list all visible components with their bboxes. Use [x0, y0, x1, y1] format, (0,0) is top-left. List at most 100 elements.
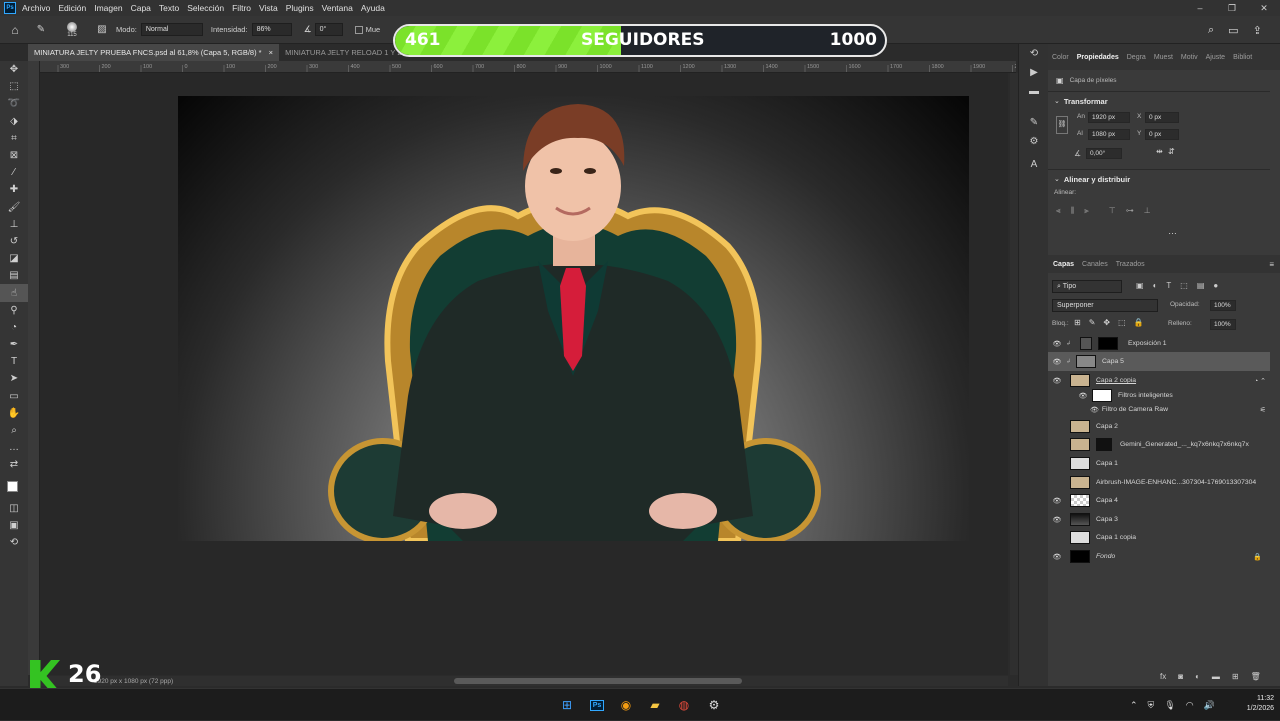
smudge-tool-preset-icon[interactable]: ✎ — [30, 24, 52, 35]
layer-row[interactable]: 👁 ↲ Exposición 1 — [1048, 334, 1270, 353]
more-options-icon[interactable]: … — [1168, 226, 1177, 236]
layer-row[interactable]: 👁 Fondo 🔒 — [1048, 547, 1270, 566]
frame-tool-icon[interactable]: ⊠ — [0, 147, 28, 164]
align-bottom-icon[interactable]: ⊥ — [1144, 206, 1151, 216]
link-dimensions-icon[interactable]: ⛓ — [1056, 116, 1068, 134]
filter-options-icon[interactable]: ⚟ — [1260, 406, 1266, 414]
color-swatches[interactable] — [0, 474, 28, 500]
align-top-icon[interactable]: ⊤ — [1109, 206, 1116, 216]
burn-tool-icon[interactable]: ◔ — [0, 319, 28, 336]
path-select-tool-icon[interactable]: ➤ — [0, 370, 28, 387]
lock-artboard-icon[interactable]: ⬚ — [1118, 318, 1126, 327]
clone-stamp-tool-icon[interactable]: ⊥ — [0, 216, 28, 233]
history-icon[interactable]: ⟲ — [1019, 44, 1049, 63]
layer-row[interactable]: 👁 Capa 3 — [1048, 510, 1270, 529]
file-explorer-icon[interactable]: ▰ — [643, 689, 667, 721]
layer-row-selected[interactable]: 👁 ↲ Capa 5 — [1048, 352, 1270, 371]
layer-row[interactable]: Capa 1 copia — [1048, 528, 1270, 547]
layer-row[interactable]: Capa 2 — [1048, 417, 1270, 436]
scroll-thumb[interactable] — [454, 678, 742, 684]
lasso-tool-icon[interactable]: ➰ — [0, 95, 28, 112]
eraser-tool-icon[interactable]: ◪ — [0, 250, 28, 267]
intensity-field[interactable]: 86% — [251, 23, 292, 36]
layer-row[interactable]: 👁 Capa 4 — [1048, 491, 1270, 510]
visibility-eye-icon[interactable]: 👁 — [1048, 497, 1066, 505]
chrome-icon[interactable]: ◍ — [672, 689, 696, 721]
tab-layers[interactable]: Capas — [1048, 261, 1078, 268]
delete-layer-icon[interactable]: 🗑 — [1251, 672, 1261, 681]
tab-adjustments[interactable]: Ajuste — [1202, 54, 1229, 61]
home-icon[interactable]: ⌂ — [0, 23, 30, 37]
collapse-transform-icon[interactable]: ⌄ — [1054, 97, 1060, 106]
width-field[interactable]: 1920 px — [1088, 112, 1130, 123]
layer-row[interactable]: Capa 1 — [1048, 454, 1270, 473]
hand-tool-icon[interactable]: ✋ — [0, 405, 28, 422]
microphone-icon[interactable]: 🎙 — [1164, 700, 1175, 711]
object-select-tool-icon[interactable]: ⬗ — [0, 113, 28, 130]
eyedropper-tool-icon[interactable]: ⁄ — [0, 164, 28, 181]
align-middle-icon[interactable]: ⊶ — [1126, 206, 1134, 216]
photoshop-app-icon[interactable]: Ps — [4, 2, 16, 14]
clock[interactable]: 11:32 1/2/2026 — [1232, 694, 1274, 714]
filter-toggle-icon[interactable]: ● — [1213, 281, 1218, 290]
brush-settings-icon[interactable]: ▨ — [92, 24, 112, 35]
gradient-tool-icon[interactable]: ▤ — [0, 267, 28, 284]
adjustment-layer-icon[interactable]: ◐ — [1195, 672, 1200, 681]
move-tool-icon[interactable]: ✥ — [0, 61, 28, 78]
search-icon[interactable]: ⌕ — [1208, 24, 1214, 37]
menu-plugins[interactable]: Plugins — [286, 3, 314, 13]
blender-icon[interactable]: ◉ — [614, 689, 638, 721]
x-field[interactable]: 0 px — [1145, 112, 1179, 123]
pen-tool-icon[interactable]: ✒ — [0, 336, 28, 353]
restore-icon[interactable]: ❐ — [1216, 0, 1248, 16]
menu-vista[interactable]: Vista — [259, 3, 278, 13]
dodge-tool-icon[interactable]: ⚲ — [0, 302, 28, 319]
workspace-icon[interactable]: ▭ — [1228, 24, 1238, 37]
shield-icon[interactable]: ⛨ — [1148, 700, 1155, 711]
panel-menu-icon[interactable]: ≡ — [1269, 260, 1274, 269]
menu-imagen[interactable]: Imagen — [94, 3, 122, 13]
history-brush-tool-icon[interactable]: ↺ — [0, 233, 28, 250]
mode-select[interactable]: Normal — [140, 23, 203, 36]
visibility-eye-icon[interactable]: 👁 — [1090, 406, 1099, 414]
brush-preset-picker[interactable]: 115 — [52, 21, 92, 38]
menu-texto[interactable]: Texto — [159, 3, 179, 13]
visibility-eye-icon[interactable]: 👁 — [1048, 516, 1066, 524]
share-icon[interactable]: ⇪ — [1253, 24, 1262, 37]
wifi-icon[interactable]: ◠ — [1186, 700, 1194, 711]
menu-capa[interactable]: Capa — [131, 3, 151, 13]
filter-smart-icon[interactable]: ▤ — [1197, 281, 1205, 290]
flip-vertical-icon[interactable]: ⇵ — [1168, 147, 1175, 156]
screen-mode-icon[interactable]: ▣ — [0, 517, 28, 534]
minimize-icon[interactable]: – — [1184, 0, 1216, 16]
filter-adjust-icon[interactable]: ◐ — [1153, 281, 1158, 290]
app-icon[interactable]: ⚙ — [702, 689, 726, 721]
tab-document-1[interactable]: MINIATURA JELTY PRUEBA FNCS.psd al 61,8%… — [28, 44, 280, 61]
chevron-up-icon[interactable]: ⌃ — [1130, 700, 1138, 711]
tab-paths[interactable]: Trazados — [1112, 261, 1149, 268]
new-layer-icon[interactable]: ⊞ — [1232, 672, 1239, 681]
blend-mode-select[interactable]: Superponer — [1052, 299, 1158, 312]
rotation-field[interactable]: 0,00° — [1086, 148, 1122, 159]
group-icon[interactable]: ▬ — [1212, 672, 1220, 681]
more-tools-icon[interactable]: … — [0, 439, 28, 456]
align-center-h-icon[interactable]: ⫼ — [1071, 206, 1075, 216]
angle-field[interactable]: 0° — [314, 23, 343, 36]
collapse-align-icon[interactable]: ⌄ — [1054, 175, 1060, 184]
comments-icon[interactable]: ▬ — [1019, 82, 1049, 101]
tab-swatches[interactable]: Muest — [1150, 54, 1177, 61]
vertical-scrollbar[interactable] — [1010, 73, 1018, 675]
layer-filter-select[interactable]: ⌕ Tipo — [1052, 280, 1122, 293]
tab-document-2[interactable]: MINIATURA JELTY RELOAD 1 Y 2 — [279, 44, 407, 61]
fill-field[interactable]: 100% — [1210, 319, 1236, 330]
visibility-eye-icon[interactable]: 👁 — [1048, 340, 1066, 348]
brush-settings-panel-icon[interactable]: ✎ — [1019, 113, 1049, 132]
y-field[interactable]: 0 px — [1145, 129, 1179, 140]
opacity-field[interactable]: 100% — [1210, 300, 1236, 311]
menu-archivo[interactable]: Archivo — [22, 3, 50, 13]
swap-colors-icon[interactable]: ⇄ — [0, 456, 28, 473]
quick-mask-icon[interactable]: ◫ — [0, 500, 28, 517]
height-field[interactable]: 1080 px — [1088, 129, 1130, 140]
actions-play-icon[interactable]: ▶ — [1019, 63, 1049, 82]
link-layers-icon[interactable]: fx — [1160, 672, 1166, 681]
